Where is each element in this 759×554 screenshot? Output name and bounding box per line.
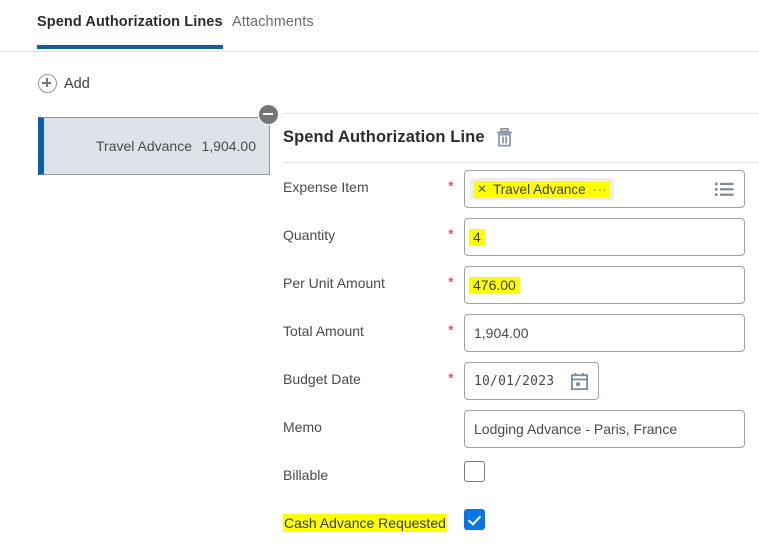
cash-advance-requested-label: Cash Advance Requested	[283, 514, 447, 532]
memo-field[interactable]: Lodging Advance - Paris, France	[464, 410, 745, 448]
spend-authorization-line-form: Expense Item * ✕ Travel Advance ··· Quan…	[283, 170, 759, 554]
page-title: Spend Authorization Line	[283, 128, 485, 146]
quantity-value: 4	[469, 229, 485, 245]
per-unit-amount-required-marker: *	[448, 274, 454, 291]
total-amount-required-marker: *	[448, 322, 454, 339]
expense-item-chip-highlight: ✕ Travel Advance ···	[474, 180, 611, 198]
memo-value: Lodging Advance - Paris, France	[474, 421, 678, 437]
billable-checkbox[interactable]	[464, 461, 485, 482]
tab-spend-authorization-lines[interactable]: Spend Authorization Lines	[37, 14, 223, 49]
tab-bar: Spend Authorization Lines Attachments	[0, 0, 759, 52]
line-item-name: Travel Advance	[96, 138, 192, 154]
detail-top-divider	[283, 113, 759, 114]
expense-item-chip[interactable]: ✕ Travel Advance ···	[470, 178, 615, 200]
field-row-budget-date: Budget Date * 10/01/2023	[283, 362, 759, 410]
memo-label: Memo	[283, 419, 322, 435]
field-row-billable: Billable	[283, 458, 759, 506]
tab-attachments[interactable]: Attachments	[232, 14, 314, 45]
field-row-per-unit-amount: Per Unit Amount * 476.00	[283, 266, 759, 314]
budget-date-field[interactable]: 10/01/2023	[464, 362, 599, 400]
close-icon[interactable]: ✕	[477, 183, 487, 195]
quantity-required-marker: *	[448, 226, 454, 243]
plus-circle-icon	[38, 74, 57, 93]
list-menu-icon[interactable]	[715, 182, 734, 197]
expense-item-chip-overflow-icon[interactable]: ···	[593, 183, 608, 196]
detail-bottom-divider	[283, 162, 759, 163]
field-row-expense-item: Expense Item * ✕ Travel Advance ···	[283, 170, 759, 218]
budget-date-label: Budget Date	[283, 371, 361, 387]
per-unit-amount-value: 476.00	[469, 277, 520, 293]
add-button-label: Add	[64, 75, 90, 92]
calendar-icon[interactable]	[571, 372, 588, 390]
quantity-label: Quantity	[283, 227, 336, 243]
trash-icon[interactable]	[496, 128, 513, 147]
field-row-memo: Memo Lodging Advance - Paris, France	[283, 410, 759, 458]
detail-header: Spend Authorization Line	[283, 128, 513, 147]
expense-item-chip-label: Travel Advance	[493, 181, 586, 197]
quantity-field[interactable]: 4	[464, 218, 745, 256]
cash-advance-requested-checkbox[interactable]	[464, 509, 485, 530]
per-unit-amount-label: Per Unit Amount	[283, 275, 385, 291]
minus-circle-icon[interactable]	[258, 104, 279, 125]
budget-date-value: 10/01/2023	[474, 373, 555, 389]
add-button[interactable]: Add	[38, 74, 90, 93]
per-unit-amount-field[interactable]: 476.00	[464, 266, 745, 304]
expense-item-field[interactable]: ✕ Travel Advance ···	[464, 170, 745, 208]
billable-label: Billable	[283, 467, 329, 483]
list-item[interactable]: Travel Advance 1,904.00	[38, 117, 270, 175]
total-amount-label: Total Amount	[283, 323, 364, 339]
expense-item-required-marker: *	[448, 178, 454, 195]
field-row-quantity: Quantity * 4	[283, 218, 759, 266]
budget-date-required-marker: *	[448, 370, 454, 387]
field-row-total-amount: Total Amount * 1,904.00	[283, 314, 759, 362]
expense-item-label: Expense Item	[283, 179, 369, 195]
total-amount-value: 1,904.00	[474, 325, 529, 341]
total-amount-field[interactable]: 1,904.00	[464, 314, 745, 352]
line-item-amount: 1,904.00	[201, 138, 257, 154]
field-row-cash-advance-requested: Cash Advance Requested	[283, 506, 759, 554]
